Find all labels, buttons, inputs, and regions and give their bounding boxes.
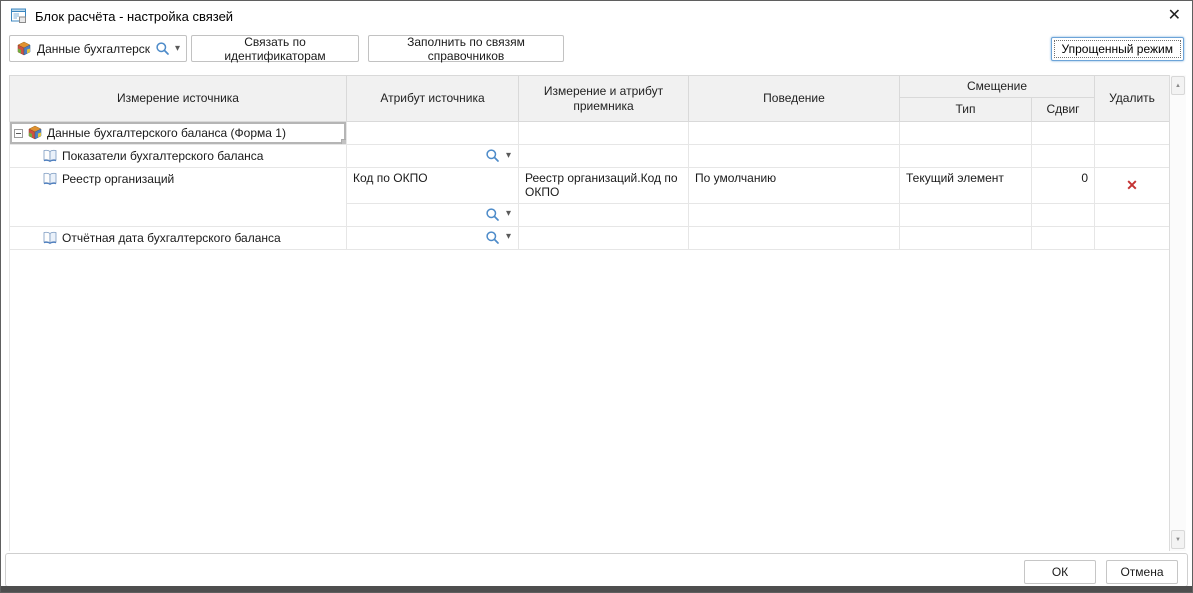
cell-delete[interactable] (1095, 122, 1170, 145)
cell-offset-type[interactable] (900, 203, 1032, 226)
simplified-mode-button[interactable]: Упрощенный режим (1051, 37, 1184, 61)
chevron-down-icon[interactable]: ▾ (506, 232, 511, 242)
vertical-scrollbar[interactable]: ▲ ▼ (1169, 75, 1186, 551)
cube-icon (16, 41, 32, 57)
header-behavior: Поведение (689, 76, 900, 122)
table-row: Реестр организаций Код по ОКПО Реестр ор… (10, 168, 1170, 204)
cell-source-attribute[interactable]: ▾ (347, 203, 519, 226)
cell-behavior[interactable] (689, 122, 900, 145)
cell-behavior[interactable] (689, 203, 900, 226)
window-title: Блок расчёта - настройка связей (35, 9, 233, 24)
cell-target[interactable]: Реестр организаций.Код по ОКПО (519, 168, 689, 204)
ok-button[interactable]: ОК (1024, 560, 1096, 584)
cell-delete[interactable] (1095, 203, 1170, 226)
cell-target[interactable] (519, 203, 689, 226)
table-row: Отчётная дата бухгалтерского баланса ▾ (10, 226, 1170, 249)
row-dimension-label: Данные бухгалтерского баланса (Форма 1) (47, 126, 286, 140)
cell-source-attribute[interactable] (347, 122, 519, 145)
cell-delete: ✕ (1095, 168, 1170, 204)
cell-offset-shift[interactable] (1032, 203, 1095, 226)
source-combo-value: Данные бухгалтерског (37, 42, 150, 56)
links-grid: Измерение источника Атрибут источника Из… (9, 75, 1169, 551)
row-dimension-label: Отчётная дата бухгалтерского баланса (62, 231, 281, 245)
search-icon[interactable] (485, 207, 500, 222)
cube-icon (27, 125, 43, 141)
cell-target[interactable] (519, 226, 689, 249)
cell-source-attribute[interactable]: Код по ОКПО (347, 168, 519, 204)
cell-offset-type[interactable] (900, 226, 1032, 249)
cell-target[interactable] (519, 145, 689, 168)
tree-collapse-icon[interactable] (14, 129, 23, 138)
cell-source-dimension[interactable]: Реестр организаций (10, 168, 347, 227)
header-offset-type: Тип (900, 98, 1032, 122)
open-book-icon (42, 148, 58, 164)
cell-offset-type[interactable]: Текущий элемент (900, 168, 1032, 204)
cancel-button[interactable]: Отмена (1106, 560, 1178, 584)
header-offset-shift: Сдвиг (1032, 98, 1095, 122)
cell-source-dimension[interactable]: Показатели бухгалтерского баланса (10, 145, 347, 168)
row-dimension-label: Реестр организаций (62, 172, 174, 186)
search-icon[interactable] (485, 148, 500, 163)
fill-by-dictionary-links-button[interactable]: Заполнить по связям справочников (368, 35, 564, 62)
cell-offset-type[interactable] (900, 145, 1032, 168)
title-bar: Блок расчёта - настройка связей ✕ (1, 1, 1192, 31)
cell-offset-shift[interactable]: 0 (1032, 168, 1095, 204)
header-offset: Смещение (900, 76, 1095, 98)
cell-source-attribute[interactable]: ▾ (347, 145, 519, 168)
scroll-down-icon[interactable]: ▼ (1171, 530, 1185, 549)
dialog-window: Блок расчёта - настройка связей ✕ Данные… (0, 0, 1193, 593)
window-bottom-edge (1, 586, 1192, 592)
header-target-dim-attr: Измерение и атрибут приемника (519, 76, 689, 122)
link-by-identifiers-button[interactable]: Связать по идентификаторам (191, 35, 359, 62)
table-row: Показатели бухгалтерского баланса ▾ (10, 145, 1170, 168)
cell-offset-shift[interactable] (1032, 122, 1095, 145)
grid-left-border (9, 244, 10, 551)
close-icon[interactable]: ✕ (1168, 6, 1181, 26)
header-source-dimension: Измерение источника (10, 76, 347, 122)
source-selector-combo[interactable]: Данные бухгалтерског ▾ (9, 35, 187, 62)
open-book-icon (42, 171, 58, 187)
cell-source-dimension[interactable]: Данные бухгалтерского баланса (Форма 1) (10, 122, 347, 145)
cell-delete[interactable] (1095, 226, 1170, 249)
cell-behavior[interactable]: По умолчанию (689, 168, 900, 204)
cell-source-dimension[interactable]: Отчётная дата бухгалтерского баланса (10, 226, 347, 249)
scroll-up-icon[interactable]: ▲ (1171, 76, 1185, 95)
chevron-down-icon[interactable]: ▾ (175, 44, 180, 54)
header-source-attribute: Атрибут источника (347, 76, 519, 122)
search-icon[interactable] (155, 41, 170, 56)
cell-source-attribute[interactable]: ▾ (347, 226, 519, 249)
chevron-down-icon[interactable]: ▾ (506, 209, 511, 219)
row-dimension-label: Показатели бухгалтерского баланса (62, 149, 263, 163)
table-row: Данные бухгалтерского баланса (Форма 1) (10, 122, 1170, 145)
cell-offset-shift[interactable] (1032, 226, 1095, 249)
delete-link-icon[interactable]: ✕ (1126, 177, 1138, 193)
chevron-down-icon[interactable]: ▾ (506, 151, 511, 161)
header-delete: Удалить (1095, 76, 1170, 122)
toolbar: Данные бухгалтерског ▾ Связать по иденти… (1, 34, 1192, 64)
cell-behavior[interactable] (689, 226, 900, 249)
search-icon[interactable] (485, 230, 500, 245)
links-table: Измерение источника Атрибут источника Из… (9, 75, 1170, 250)
form-window-icon (11, 8, 27, 24)
cell-offset-type[interactable] (900, 122, 1032, 145)
cell-behavior[interactable] (689, 145, 900, 168)
footer-panel: ОК Отмена (5, 553, 1188, 587)
cell-target[interactable] (519, 122, 689, 145)
cell-offset-shift[interactable] (1032, 145, 1095, 168)
cell-delete[interactable] (1095, 145, 1170, 168)
open-book-icon (42, 230, 58, 246)
